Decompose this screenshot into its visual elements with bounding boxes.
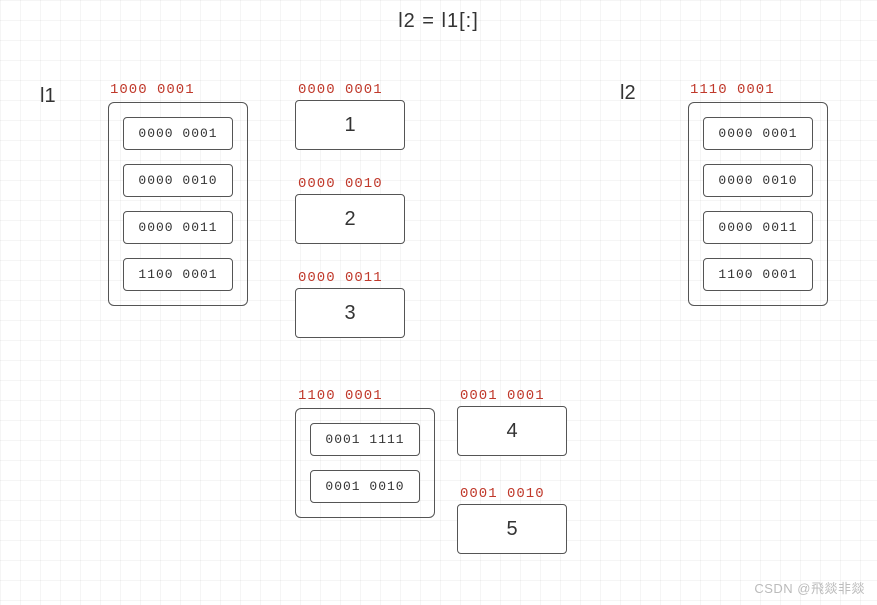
- l1-cell-0: 0000 0001: [123, 117, 232, 150]
- l2-container: 0000 0001 0000 0010 0000 0011 1100 0001: [688, 102, 828, 306]
- int3-value: 3: [344, 302, 355, 325]
- diagram-title: l2 = l1[:]: [0, 10, 877, 33]
- l2-cell-0: 0000 0001: [703, 117, 812, 150]
- nested-int2-box: 5: [457, 504, 567, 554]
- nested-int1-box: 4: [457, 406, 567, 456]
- l1-container: 0000 0001 0000 0010 0000 0011 1100 0001: [108, 102, 248, 306]
- nested-int2-value: 5: [506, 518, 517, 541]
- nested-cell-1: 0001 0010: [310, 470, 419, 503]
- l1-label: l1: [40, 85, 56, 108]
- l2-cell-1: 0000 0010: [703, 164, 812, 197]
- int2-value: 2: [344, 208, 355, 231]
- l1-cell-2: 0000 0011: [123, 211, 232, 244]
- l2-address: 1110 0001: [690, 82, 775, 98]
- watermark: CSDN @飛燚非燚: [754, 578, 865, 597]
- nested-address: 1100 0001: [298, 388, 383, 404]
- int1-value: 1: [344, 114, 355, 137]
- int3-address: 0000 0011: [298, 270, 383, 286]
- int1-address: 0000 0001: [298, 82, 383, 98]
- nested-int1-value: 4: [506, 420, 517, 443]
- l2-label: l2: [620, 82, 636, 105]
- l1-cell-1: 0000 0010: [123, 164, 232, 197]
- nested-int1-address: 0001 0001: [460, 388, 545, 404]
- int2-address: 0000 0010: [298, 176, 383, 192]
- nested-int2-address: 0001 0010: [460, 486, 545, 502]
- l1-address: 1000 0001: [110, 82, 195, 98]
- l1-cell-3: 1100 0001: [123, 258, 232, 291]
- int2-box: 2: [295, 194, 405, 244]
- l2-cell-3: 1100 0001: [703, 258, 812, 291]
- nested-container: 0001 1111 0001 0010: [295, 408, 435, 518]
- l2-cell-2: 0000 0011: [703, 211, 812, 244]
- int3-box: 3: [295, 288, 405, 338]
- int1-box: 1: [295, 100, 405, 150]
- nested-cell-0: 0001 1111: [310, 423, 419, 456]
